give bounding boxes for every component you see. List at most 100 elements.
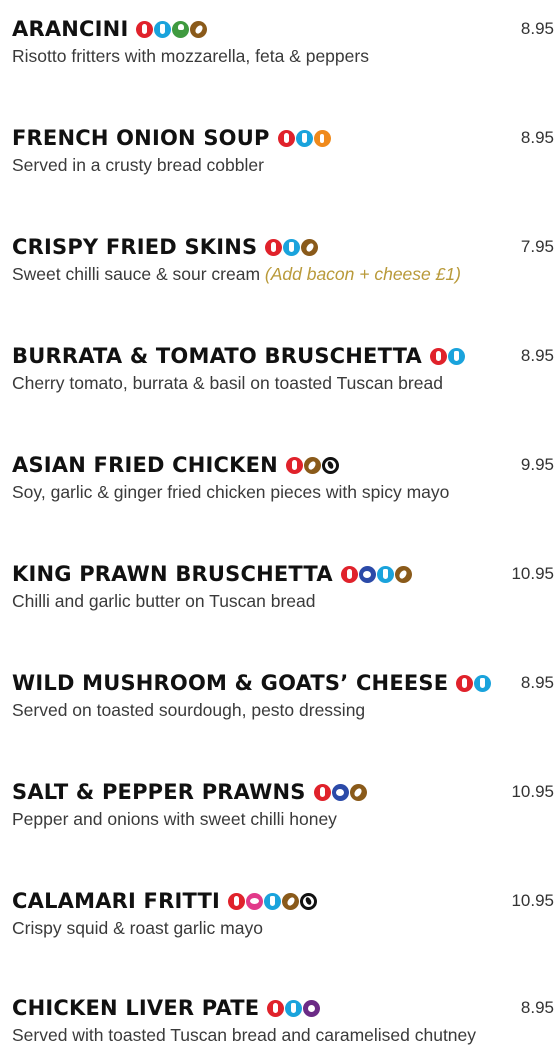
menu-item-asian-fried-chicken: ASIAN FRIED CHICKEN 9.95 Soy, garlic & g…	[12, 450, 554, 504]
description-text: Crispy squid & roast garlic mayo	[12, 918, 263, 938]
allergen-icons	[429, 347, 465, 365]
item-price: 9.95	[520, 455, 554, 474]
item-description: Sweet chilli sauce & sour cream (Add bac…	[12, 262, 461, 286]
item-description: Pepper and onions with sweet chilli hone…	[12, 807, 337, 831]
item-header: WILD MUSHROOM & GOATS’ CHEESE	[12, 668, 492, 698]
item-price: 8.95	[520, 998, 554, 1017]
item-name: BURRATA & TOMATO BRUSCHETTA	[12, 344, 422, 368]
milk-icon	[376, 565, 394, 583]
sulphites-icon	[303, 999, 321, 1017]
item-description: Served with toasted Tuscan bread and car…	[12, 1023, 476, 1046]
item-price: 8.95	[520, 673, 554, 692]
item-name: WILD MUSHROOM & GOATS’ CHEESE	[12, 671, 449, 695]
soya-icon	[321, 456, 339, 474]
item-name: ASIAN FRIED CHICKEN	[12, 453, 278, 477]
item-description: Cherry tomato, burrata & basil on toaste…	[12, 371, 443, 395]
item-description: Crispy squid & roast garlic mayo	[12, 916, 263, 940]
item-price: 10.95	[511, 891, 554, 910]
soya-icon	[300, 892, 318, 910]
milk-icon	[474, 674, 492, 692]
item-header: KING PRAWN BRUSCHETTA	[12, 559, 412, 589]
menu-item-burrata-tomato-bruschetta: BURRATA & TOMATO BRUSCHETTA 8.95 Cherry …	[12, 341, 554, 395]
gluten-icon	[136, 20, 154, 38]
milk-icon	[295, 129, 313, 147]
milk-icon	[285, 999, 303, 1017]
menu-item-chicken-liver-pate: CHICKEN LIVER PATE 8.95 Served with toas…	[12, 993, 554, 1046]
menu-item-salt-pepper-prawns: SALT & PEPPER PRAWNS 10.95 Pepper and on…	[12, 777, 554, 831]
egg-icon	[282, 892, 300, 910]
egg-icon	[303, 456, 321, 474]
item-price: 8.95	[520, 19, 554, 38]
item-header: BURRATA & TOMATO BRUSCHETTA	[12, 341, 465, 371]
allergen-icons	[228, 892, 318, 910]
item-header: ASIAN FRIED CHICKEN	[12, 450, 339, 480]
mustard-icon	[313, 129, 331, 147]
gluten-icon	[313, 783, 331, 801]
menu-item-calamari-fritti: CALAMARI FRITTI 10.95 Crispy squid & roa…	[12, 886, 554, 940]
milk-icon	[154, 20, 172, 38]
crustaceans-icon	[331, 783, 349, 801]
item-header: SALT & PEPPER PRAWNS	[12, 777, 367, 807]
menu-list: ARANCINI 8.95 Risotto fritters with mozz…	[0, 0, 556, 1046]
description-text: Served on toasted sourdough, pesto dress…	[12, 700, 366, 720]
item-description: Chilli and garlic butter on Tuscan bread	[12, 589, 316, 613]
item-price: 8.95	[520, 346, 554, 365]
item-name: CHICKEN LIVER PATE	[12, 996, 260, 1020]
egg-icon	[190, 20, 208, 38]
egg-icon	[394, 565, 412, 583]
allergen-icons	[265, 238, 319, 256]
item-description: Served in a crusty bread cobbler	[12, 153, 264, 177]
milk-icon	[264, 892, 282, 910]
description-text: Soy, garlic & ginger fried chicken piece…	[12, 482, 450, 502]
item-price: 10.95	[511, 564, 554, 583]
allergen-icons	[136, 20, 208, 38]
item-name: CALAMARI FRITTI	[12, 889, 221, 913]
item-header: FRENCH ONION SOUP	[12, 123, 331, 153]
gluten-icon	[285, 456, 303, 474]
egg-icon	[349, 783, 367, 801]
allergen-icons	[285, 456, 339, 474]
gluten-icon	[267, 999, 285, 1017]
allergen-icons	[313, 783, 367, 801]
item-price: 8.95	[520, 128, 554, 147]
menu-item-french-onion-soup: FRENCH ONION SOUP 8.95 Served in a crust…	[12, 123, 554, 177]
description-text: Sweet chilli sauce & sour cream	[12, 264, 265, 284]
item-name: SALT & PEPPER PRAWNS	[12, 780, 306, 804]
allergen-icons	[456, 674, 492, 692]
description-text: Served in a crusty bread cobbler	[12, 155, 264, 175]
item-price: 7.95	[520, 237, 554, 256]
item-note: (Add bacon + cheese £1)	[264, 264, 461, 284]
item-name: KING PRAWN BRUSCHETTA	[12, 562, 333, 586]
item-description: Soy, garlic & ginger fried chicken piece…	[12, 480, 449, 504]
item-header: CALAMARI FRITTI	[12, 886, 318, 916]
gluten-icon	[277, 129, 295, 147]
menu-item-wild-mushroom-goats-cheese: WILD MUSHROOM & GOATS’ CHEESE 8.95 Serve…	[12, 668, 554, 722]
description-text: Chilli and garlic butter on Tuscan bread	[12, 591, 316, 611]
description-text: Cherry tomato, burrata & basil on toaste…	[12, 373, 443, 393]
gluten-icon	[456, 674, 474, 692]
menu-item-arancini: ARANCINI 8.95 Risotto fritters with mozz…	[12, 14, 554, 68]
gluten-icon	[340, 565, 358, 583]
item-name: ARANCINI	[12, 17, 129, 41]
description-text: Risotto fritters with mozzarella, feta &…	[12, 46, 369, 66]
menu-item-king-prawn-bruschetta: KING PRAWN BRUSCHETTA 10.95 Chilli and g…	[12, 559, 554, 613]
item-description: Risotto fritters with mozzarella, feta &…	[12, 44, 369, 68]
milk-icon	[447, 347, 465, 365]
gluten-icon	[228, 892, 246, 910]
item-name: FRENCH ONION SOUP	[12, 126, 270, 150]
item-header: CHICKEN LIVER PATE	[12, 993, 321, 1023]
molluscs-icon	[246, 892, 264, 910]
gluten-icon	[429, 347, 447, 365]
menu-item-crispy-fried-skins: CRISPY FRIED SKINS 7.95 Sweet chilli sau…	[12, 232, 554, 286]
item-name: CRISPY FRIED SKINS	[12, 235, 258, 259]
allergen-icons	[277, 129, 331, 147]
allergen-icons	[267, 999, 321, 1017]
item-header: CRISPY FRIED SKINS	[12, 232, 319, 262]
egg-icon	[301, 238, 319, 256]
gluten-icon	[265, 238, 283, 256]
milk-icon	[283, 238, 301, 256]
item-price: 10.95	[511, 782, 554, 801]
celery-icon	[172, 20, 190, 38]
description-text: Pepper and onions with sweet chilli hone…	[12, 809, 337, 829]
item-header: ARANCINI	[12, 14, 208, 44]
